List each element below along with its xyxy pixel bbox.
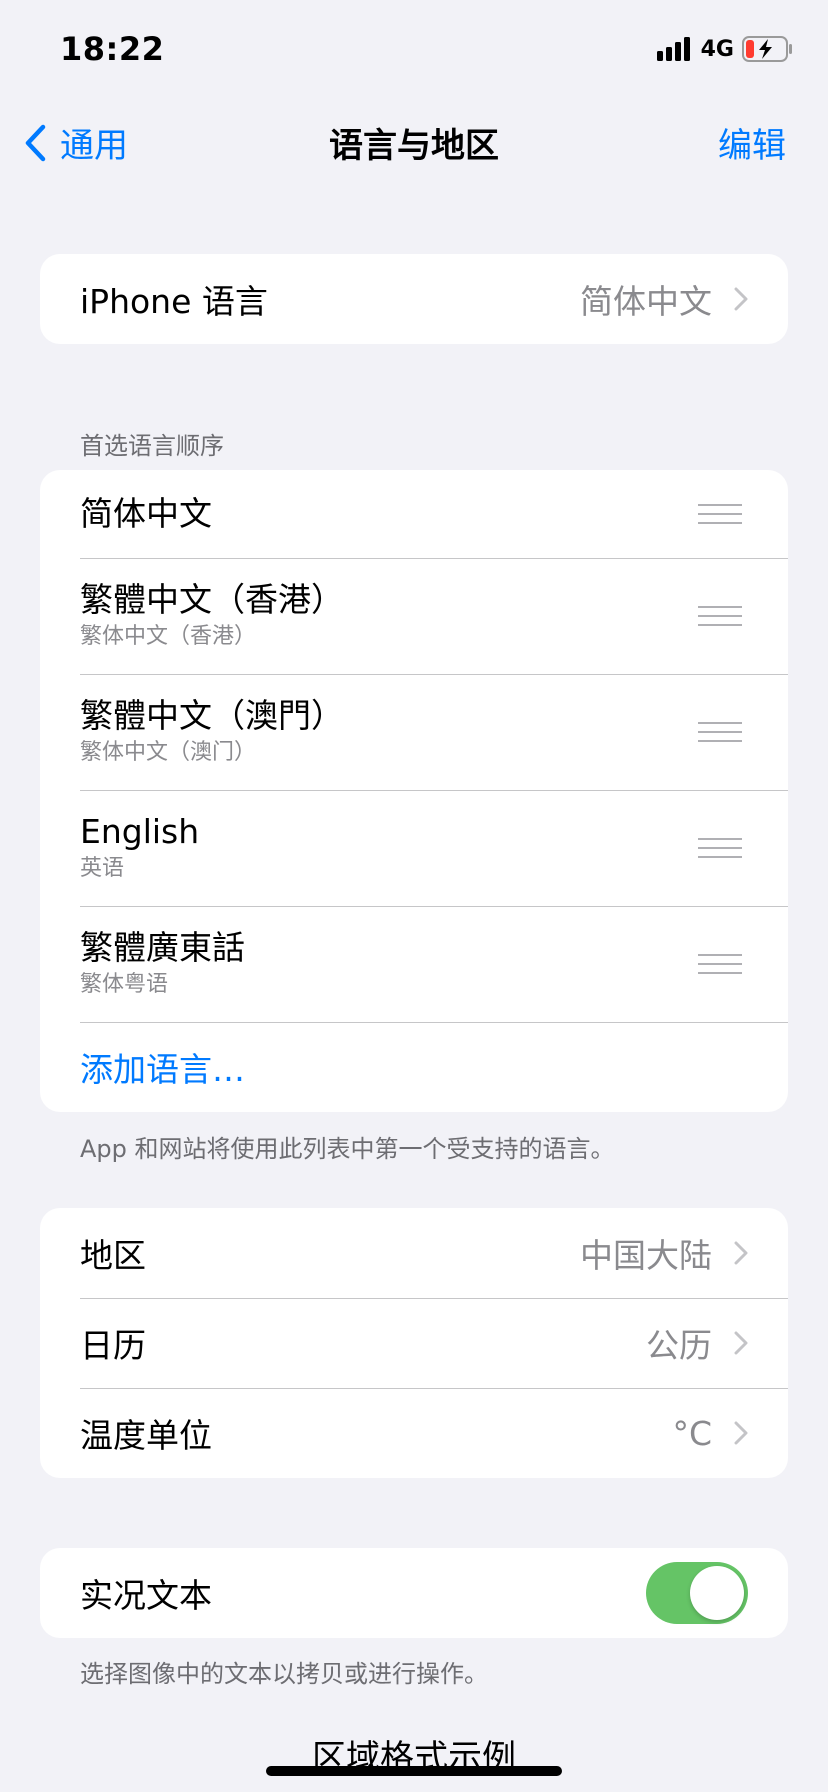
- region-settings-group: 地区 中国大陆 日历 公历 温度单位 °C: [40, 1208, 788, 1478]
- language-secondary-name: 繁体粤语: [80, 972, 169, 997]
- language-item-text: 繁體中文（香港） 繁体中文（香港）: [80, 580, 344, 652]
- chevron-right-icon: [734, 1331, 748, 1355]
- cellular-signal-icon: [656, 37, 690, 61]
- preferred-languages-header: 首选语言顺序: [80, 432, 224, 460]
- add-language-button[interactable]: 添加语言…: [80, 1043, 245, 1091]
- language-item-text: 繁體中文（澳門） 繁体中文（澳门）: [80, 696, 344, 768]
- live-text-group: 实况文本: [40, 1548, 788, 1638]
- reorder-handle-icon[interactable]: [698, 720, 742, 744]
- chevron-right-icon: [734, 1421, 748, 1445]
- calendar-row[interactable]: 日历 公历: [40, 1298, 788, 1388]
- temperature-unit-value: °C: [672, 1413, 712, 1453]
- toggle-knob: [690, 1566, 744, 1620]
- navigation-bar: 通用 语言与地区 编辑: [0, 110, 828, 170]
- home-indicator[interactable]: [266, 1766, 562, 1776]
- status-time: 18:22: [60, 30, 165, 68]
- status-indicators: 4G: [656, 36, 794, 62]
- region-value: 中国大陆: [580, 1236, 712, 1275]
- chevron-right-icon: [734, 1241, 748, 1265]
- reorder-handle-icon[interactable]: [698, 604, 742, 628]
- edit-button[interactable]: 编辑: [718, 118, 786, 167]
- calendar-value: 公历: [646, 1326, 712, 1365]
- temperature-unit-label: 温度单位: [80, 1416, 212, 1455]
- iphone-language-group: iPhone 语言 简体中文: [40, 254, 788, 344]
- language-item-text: 繁體廣東話 繁体粤语: [80, 928, 245, 1000]
- language-secondary-name: 繁体中文（澳门）: [80, 740, 257, 765]
- live-text-row: 实况文本: [40, 1548, 788, 1638]
- live-text-label: 实况文本: [80, 1576, 212, 1615]
- reorder-handle-icon[interactable]: [698, 952, 742, 976]
- add-language-row[interactable]: 添加语言…: [40, 1022, 788, 1112]
- language-primary-name: 繁體中文（澳門）: [80, 696, 344, 735]
- language-region-screen: 18:22 4G 通用 语言与地区 编辑 iPhone 语言 简体中文 首选语言…: [0, 0, 828, 1792]
- language-item-traditional-chinese-macau[interactable]: 繁體中文（澳門） 繁体中文（澳门）: [40, 674, 788, 790]
- status-bar: 18:22 4G: [0, 0, 828, 100]
- reorder-handle-icon[interactable]: [698, 502, 742, 526]
- live-text-footer: 选择图像中的文本以拷贝或进行操作。: [80, 1660, 488, 1688]
- language-item-traditional-chinese-hk[interactable]: 繁體中文（香港） 繁体中文（香港）: [40, 558, 788, 674]
- page-title: 语言与地区: [329, 126, 499, 166]
- iphone-language-row[interactable]: iPhone 语言 简体中文: [40, 254, 788, 344]
- iphone-language-label: iPhone 语言: [80, 282, 268, 321]
- network-type-label: 4G: [700, 36, 734, 62]
- live-text-toggle[interactable]: [646, 1562, 748, 1624]
- language-primary-name: 繁體中文（香港）: [80, 580, 344, 619]
- language-primary-name: 繁體廣東話: [80, 928, 245, 967]
- region-label: 地区: [80, 1236, 146, 1275]
- language-item-simplified-chinese[interactable]: 简体中文: [40, 470, 788, 558]
- reorder-handle-icon[interactable]: [698, 836, 742, 860]
- language-item-cantonese[interactable]: 繁體廣東話 繁体粤语: [40, 906, 788, 1022]
- language-primary-name: 简体中文: [80, 494, 212, 533]
- preferred-languages-footer: App 和网站将使用此列表中第一个受支持的语言。: [80, 1135, 615, 1163]
- language-item-text: 简体中文: [80, 494, 212, 534]
- language-primary-name: English: [80, 812, 200, 851]
- region-row[interactable]: 地区 中国大陆: [40, 1208, 788, 1298]
- preferred-languages-group: 简体中文 繁體中文（香港） 繁体中文（香港） 繁體中文（澳門） 繁体中文（澳门）…: [40, 470, 788, 1112]
- language-item-english[interactable]: English 英语: [40, 790, 788, 906]
- language-secondary-name: 英语: [80, 856, 125, 881]
- calendar-label: 日历: [80, 1326, 146, 1365]
- language-item-text: English 英语: [80, 812, 199, 884]
- battery-charging-icon: [742, 36, 792, 62]
- iphone-language-value: 简体中文: [580, 282, 712, 321]
- chevron-right-icon: [734, 287, 748, 311]
- language-secondary-name: 繁体中文（香港）: [80, 624, 257, 649]
- temperature-unit-row[interactable]: 温度单位 °C: [40, 1388, 788, 1478]
